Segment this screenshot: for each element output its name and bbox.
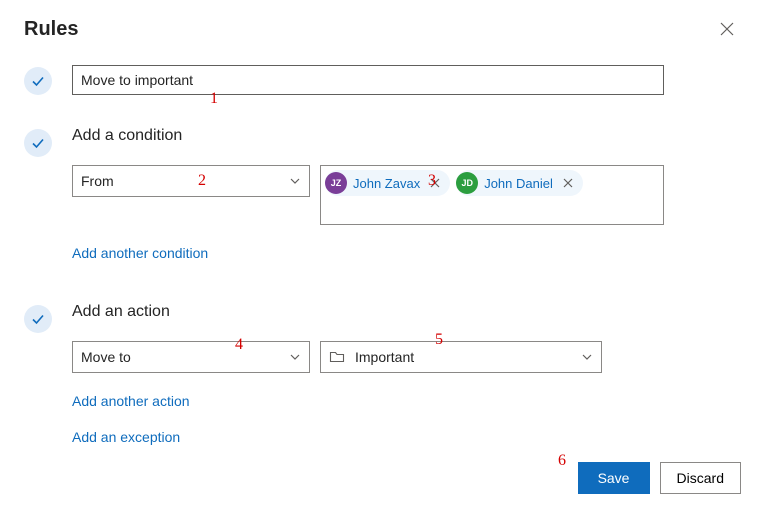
rule-name-input[interactable] [72, 65, 664, 95]
add-action-link[interactable]: Add another action [72, 393, 190, 409]
check-icon [30, 311, 46, 327]
footer-buttons: Save Discard [578, 462, 741, 494]
discard-button[interactable]: Discard [660, 462, 741, 494]
close-icon [719, 21, 735, 37]
avatar: JZ [325, 172, 347, 194]
person-chip: JD John Daniel [456, 170, 583, 196]
check-icon [30, 73, 46, 89]
action-heading: Add an action [72, 303, 741, 321]
condition-row: Add a condition From JZ John Zavax [24, 127, 741, 261]
condition-heading: Add a condition [72, 127, 741, 145]
person-name: John Zavax [353, 176, 420, 191]
check-icon [30, 135, 46, 151]
condition-people-input[interactable]: JZ John Zavax JD John Daniel [320, 165, 664, 225]
action-folder-value: Important [355, 349, 414, 365]
step-check-condition [24, 129, 52, 157]
rule-name-row [24, 65, 741, 95]
action-type-select[interactable]: Move to [72, 341, 310, 373]
step-check-action [24, 305, 52, 333]
page-title: Rules [24, 18, 741, 41]
annotation-6: 6 [558, 452, 566, 470]
close-icon [563, 178, 573, 188]
action-type-value: Move to [81, 349, 131, 365]
add-exception-link[interactable]: Add an exception [72, 429, 180, 445]
condition-type-value: From [81, 173, 114, 189]
folder-icon [329, 349, 345, 365]
remove-person-button[interactable] [559, 174, 577, 192]
avatar: JD [456, 172, 478, 194]
remove-person-button[interactable] [426, 174, 444, 192]
person-name: John Daniel [484, 176, 553, 191]
chevron-down-icon [581, 351, 593, 363]
condition-type-select[interactable]: From [72, 165, 310, 197]
step-check-name [24, 67, 52, 95]
person-chip: JZ John Zavax [325, 170, 450, 196]
save-button[interactable]: Save [578, 462, 650, 494]
add-condition-link[interactable]: Add another condition [72, 245, 208, 261]
action-row: Add an action Move to Important [24, 303, 741, 445]
chevron-down-icon [289, 175, 301, 187]
rules-panel: Rules Add a condition From [0, 0, 765, 510]
close-icon [430, 178, 440, 188]
close-button[interactable] [719, 20, 737, 38]
chevron-down-icon [289, 351, 301, 363]
action-folder-select[interactable]: Important [320, 341, 602, 373]
